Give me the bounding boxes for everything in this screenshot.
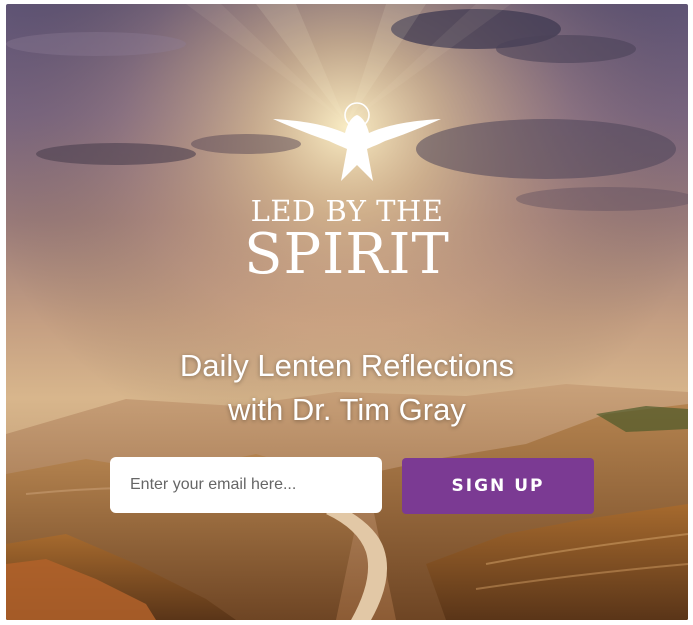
logo-text-main: SPIRIT xyxy=(244,222,450,287)
headline: Daily Lenten Reflections with Dr. Tim Gr… xyxy=(6,344,688,432)
background-image xyxy=(6,4,688,620)
headline-line1: Daily Lenten Reflections xyxy=(179,348,515,383)
hero-banner: LED BY THE SPIRIT Daily Lenten Reflectio… xyxy=(6,4,688,620)
headline-line2: with Dr. Tim Gray xyxy=(228,392,466,427)
dove-icon xyxy=(273,102,441,181)
email-input[interactable] xyxy=(110,457,382,513)
sign-up-button[interactable]: SIGN UP xyxy=(402,458,594,514)
